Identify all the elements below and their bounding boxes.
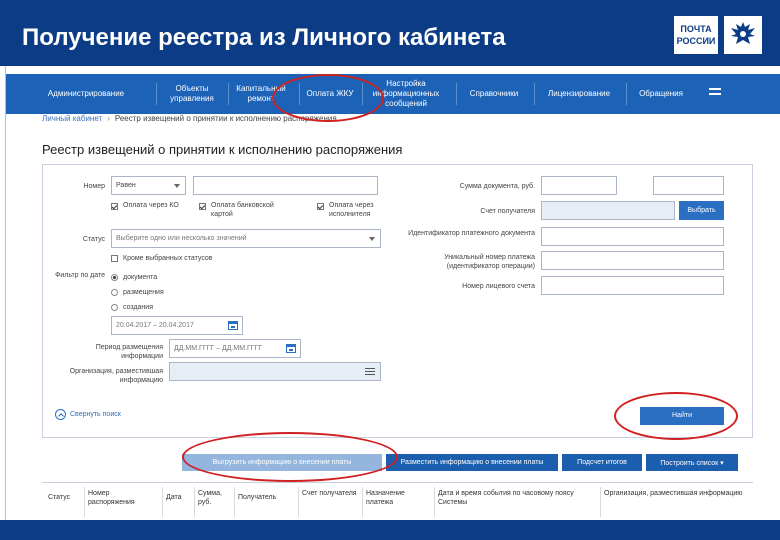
column-status[interactable]: Статус xyxy=(48,493,82,502)
column-recipient-account[interactable]: Счет получателя xyxy=(302,489,358,498)
results-table-header: Статус Номер распоряжения Дата Сумма, ру… xyxy=(42,482,753,520)
deposit-payment-info-button[interactable]: Разместить информацию о внесении платы xyxy=(386,454,558,471)
nav-item-licensing[interactable]: Лицензирование xyxy=(536,74,622,114)
column-date[interactable]: Дата xyxy=(166,493,192,502)
checkbox-payment-executor[interactable] xyxy=(317,203,324,210)
gis-gkh-screenshot: Администрирование Объекты управления Кап… xyxy=(5,66,780,520)
unique-number-input[interactable] xyxy=(541,251,724,270)
checkbox-payment-card[interactable] xyxy=(199,203,206,210)
fee-account-input[interactable] xyxy=(541,276,724,295)
highlight-housing-payment-ellipse xyxy=(272,74,384,122)
list-select-icon[interactable] xyxy=(365,368,375,376)
period-range-input[interactable]: ДД.ММ.ГГГГ – ДД.ММ.ГГГГ xyxy=(169,339,301,358)
amount-label: Сумма документа, руб. xyxy=(459,183,535,190)
logo-wordmark: ПОЧТА РОССИИ xyxy=(674,16,718,54)
organization-label: Организация, разместившая информацию xyxy=(69,368,163,384)
breadcrumb-home-link[interactable]: Личный кабинет xyxy=(42,114,102,123)
breadcrumb-separator: › xyxy=(107,114,110,123)
page-title: Реестр извещений о принятии к исполнению… xyxy=(42,142,403,157)
radio-by-document[interactable] xyxy=(111,274,118,281)
slide-footer-bar xyxy=(0,520,780,540)
column-order-number[interactable]: Номер распоряжения xyxy=(88,489,158,507)
slide-header: Получение реестра из Личного кабинета ПО… xyxy=(0,0,780,66)
checkbox-payment-ko[interactable] xyxy=(111,203,118,210)
calculate-totals-button[interactable]: Подсчет итогов xyxy=(562,454,642,471)
number-condition-select[interactable]: Равен xyxy=(111,176,186,195)
column-amount[interactable]: Сумма, руб. xyxy=(198,489,232,507)
organization-input[interactable] xyxy=(169,362,381,381)
column-event-datetime[interactable]: Дата и время события по часовому поясу С… xyxy=(438,489,598,507)
amount-to-input[interactable] xyxy=(653,176,724,195)
chevron-up-icon xyxy=(55,409,66,420)
checkbox-except-statuses[interactable] xyxy=(111,255,118,262)
radio-by-creation[interactable] xyxy=(111,304,118,311)
nav-item-administration[interactable]: Администрирование xyxy=(26,74,146,114)
number-label: Номер xyxy=(83,183,105,190)
date-range-input[interactable]: 20.04.2017 – 20.04.2017 xyxy=(111,316,243,335)
period-label: Период размещения информации xyxy=(95,344,163,360)
column-payment-purpose[interactable]: Назначение платежа xyxy=(366,489,432,507)
fee-account-label: Номер лицевого счета xyxy=(462,283,535,290)
status-label: Статус xyxy=(82,236,105,243)
payment-id-input[interactable] xyxy=(541,227,724,246)
account-input[interactable] xyxy=(541,201,675,220)
column-recipient[interactable]: Получатель xyxy=(238,493,294,502)
choose-button[interactable]: Выбрать xyxy=(679,201,724,220)
nav-item-managed-objects[interactable]: Объекты управления xyxy=(158,74,226,114)
checkbox-payment-executor-label: Оплата через исполнителя xyxy=(329,202,374,218)
nav-item-appeals[interactable]: Обращения xyxy=(628,74,694,114)
chevron-down-icon xyxy=(174,184,180,188)
collapse-search-link[interactable]: Свернуть поиск xyxy=(55,409,121,420)
slide-title: Получение реестра из Личного кабинета xyxy=(22,24,506,51)
checkbox-payment-card-label: Оплата банковской картой xyxy=(211,202,274,218)
chevron-down-icon xyxy=(369,237,375,241)
russian-post-logo: ПОЧТА РОССИИ xyxy=(674,16,766,54)
calendar-icon[interactable] xyxy=(286,344,296,353)
radio-by-document-label: документа xyxy=(123,274,158,281)
column-organization[interactable]: Организация, разместившая информацию xyxy=(604,489,744,498)
checkbox-payment-ko-label: Оплата через КО xyxy=(123,202,179,209)
highlight-upload-button-ellipse xyxy=(182,432,398,482)
top-navigation: Администрирование Объекты управления Кап… xyxy=(6,74,780,114)
calendar-icon[interactable] xyxy=(228,321,238,330)
build-list-button[interactable]: Построить список ▾ xyxy=(646,454,738,471)
amount-from-input[interactable] xyxy=(541,176,617,195)
hamburger-menu-icon[interactable] xyxy=(709,88,721,100)
payment-id-label: Идентификатор платежного документа xyxy=(408,230,535,237)
checkbox-except-statuses-label: Кроме выбранных статусов xyxy=(123,255,213,262)
unique-number-label: Уникальный номер платежа (идентификатор … xyxy=(444,254,535,270)
highlight-find-button-ellipse xyxy=(614,392,738,440)
radio-by-creation-label: создания xyxy=(123,304,153,311)
account-label: Счет получателя xyxy=(480,208,535,215)
number-input[interactable] xyxy=(193,176,378,195)
radio-by-placement-label: размещения xyxy=(123,289,164,296)
radio-by-placement[interactable] xyxy=(111,289,118,296)
nav-item-directories[interactable]: Справочники xyxy=(458,74,530,114)
status-multiselect[interactable]: Выберите одно или несколько значений xyxy=(111,229,381,248)
date-filter-label: Фильтр по дате xyxy=(55,272,105,279)
eagle-emblem-icon xyxy=(724,16,762,54)
